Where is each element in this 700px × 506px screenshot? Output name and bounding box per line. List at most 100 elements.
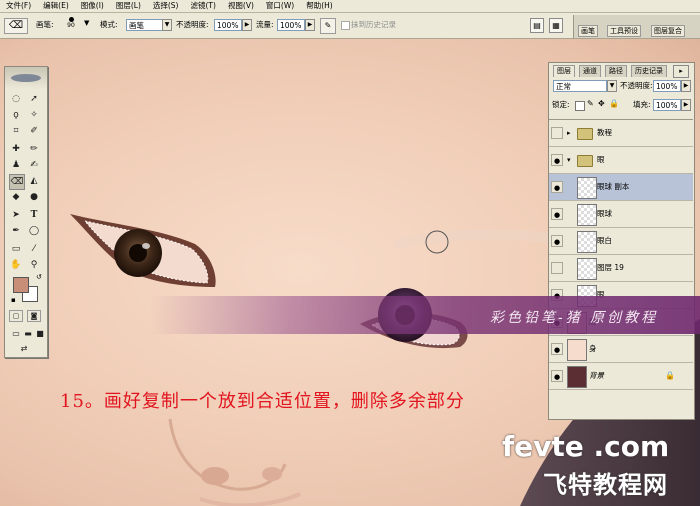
layer-row-eyeball[interactable]: ● 眼球 [549,201,693,228]
menu-file[interactable]: 文件(F) [0,0,37,12]
panel-menu-icon[interactable]: ▸ [673,65,689,78]
eye-icon[interactable]: ● [551,154,563,166]
default-colors-icon[interactable]: ▪ [11,296,16,304]
swap-colors-icon[interactable]: ↺ [36,273,42,281]
lock-transparent-icon[interactable] [575,101,585,111]
layer-row-eyeball-copy[interactable]: ● 眼球 副本 [549,174,693,201]
folder-icon [577,128,593,140]
lock-label: 锁定: [552,100,570,109]
foreground-color-swatch[interactable] [13,277,29,293]
fill-input[interactable]: 100% [653,99,681,111]
screen-mode-full-icon[interactable]: ■ [33,327,47,341]
lock-all-icon[interactable]: 🔒 [609,99,619,108]
collapse-arrow-icon[interactable]: ▸ [567,120,571,146]
layer-opacity-arrow-icon[interactable]: ▶ [681,80,691,92]
menu-select[interactable]: 选择(S) [147,0,185,12]
visibility-toggle-off-icon[interactable] [551,127,563,139]
menu-image[interactable]: 图像(I) [75,0,110,12]
expand-arrow-icon[interactable]: ▾ [567,147,571,173]
tab-paths[interactable]: 路径 [605,65,627,77]
menu-layer[interactable]: 图层(L) [110,0,147,12]
file-browser-icon[interactable]: ▤ [530,18,544,33]
eye-icon[interactable]: ● [551,370,563,382]
flow-arrow-icon[interactable]: ▶ [305,19,315,31]
jump-to-imageready-icon[interactable]: ⇄ [17,342,31,356]
opacity-input[interactable]: 100% [214,19,242,31]
magic-wand-tool-icon[interactable]: ✧ [27,108,41,122]
layer-row-tutorial[interactable]: ▸ 教程 [549,120,693,147]
path-selection-tool-icon[interactable]: ➤ [9,208,23,222]
visibility-toggle-off-icon[interactable] [551,262,563,274]
quick-mask-icon[interactable]: ◙ [27,310,41,322]
move-tool-icon[interactable]: ➚ [27,92,41,106]
slice-tool-icon[interactable]: ✐ [27,124,41,138]
lock-image-icon[interactable]: ✎ [587,99,594,108]
eye-icon[interactable]: ● [551,235,563,247]
layer-opacity-input[interactable]: 100% [653,80,681,92]
eye-icon[interactable]: ● [551,208,563,220]
menu-window[interactable]: 窗口(W) [260,0,300,12]
blend-mode-select[interactable]: 正常 [553,80,607,92]
pen-tool-icon[interactable]: ✒ [9,224,23,238]
paint-bucket-tool-icon[interactable]: ◭ [27,174,41,188]
history-brush-tool-icon[interactable]: ✍ [27,158,41,172]
eye-icon[interactable]: ● [551,181,563,193]
site-watermark-domain: fevte .com [502,430,670,463]
crop-tool-icon[interactable]: ⌗ [9,124,23,138]
hand-tool-icon[interactable]: ✋ [9,258,23,272]
airbrush-icon[interactable]: ✎ [320,18,336,34]
brush-tool-icon[interactable]: ✏ [27,142,41,156]
eraser-tool-preset-icon[interactable]: ⌫ [4,18,28,34]
clone-stamp-tool-icon[interactable]: ♟ [9,158,23,172]
flow-label: 流量: [256,20,274,29]
eyedropper-tool-icon[interactable]: ⁄ [27,242,41,256]
brush-dropdown-icon[interactable]: ▼ [84,19,89,27]
palette-tab-tool-presets[interactable]: 工具预设 [607,25,641,37]
blur-tool-icon[interactable]: ◆ [9,190,23,204]
layer-thumbnail [577,231,597,253]
lock-icon: 🔒 [665,371,675,380]
dodge-tool-icon[interactable]: ● [27,190,41,204]
left-eye [70,214,216,287]
layer-list: ▸ 教程 ● ▾ 眼 ● 眼球 副本 ● 眼球 ● 眼白 图层 19 眼 ● 身… [549,119,693,418]
standard-mode-icon[interactable]: ▢ [9,310,23,322]
fill-arrow-icon[interactable]: ▶ [681,99,691,111]
palette-toggle-icon[interactable]: ▦ [549,18,563,33]
layer-row-eye-white[interactable]: ● 眼白 [549,228,693,255]
eye-icon[interactable]: ● [551,343,563,355]
palette-tab-layer-comps[interactable]: 图层复合 [651,25,685,37]
lasso-tool-icon[interactable]: ϙ [9,108,23,122]
menu-help[interactable]: 帮助(H) [300,0,339,12]
layer-row-eye-group[interactable]: ● ▾ 眼 [549,147,693,174]
layer-row-background[interactable]: ● 背景 🔒 [549,363,693,390]
opacity-value: 100% [217,21,239,30]
flow-input[interactable]: 100% [277,19,305,31]
site-watermark-name: 飞特教程网 [543,471,668,499]
tab-history[interactable]: 历史记录 [631,65,667,77]
tab-channels[interactable]: 通道 [579,65,601,77]
opacity-label: 不透明度: [176,20,209,29]
menu-view[interactable]: 视图(V) [222,0,260,12]
notes-tool-icon[interactable]: ▭ [9,242,23,256]
zoom-tool-icon[interactable]: ⚲ [27,258,41,272]
brush-picker[interactable]: 90 [62,15,80,35]
history-checkbox[interactable] [341,21,350,30]
marquee-tool-icon[interactable]: ◌ [9,92,23,106]
lock-position-icon[interactable]: ✥ [598,99,605,108]
menu-edit[interactable]: 编辑(E) [37,0,75,12]
healing-brush-tool-icon[interactable]: ✚ [9,142,23,156]
mode-dropdown-icon[interactable]: ▼ [162,19,172,31]
history-label: 抹到历史记录 [351,20,396,29]
tab-layers[interactable]: 图层 [553,65,575,77]
menu-filter[interactable]: 滤镜(T) [185,0,222,12]
layer-row-body[interactable]: ● 身 [549,336,693,363]
eraser-tool-icon[interactable]: ⌫ [9,174,25,190]
type-tool-icon[interactable]: T [27,208,41,222]
palette-tab-brushes[interactable]: 画笔 [578,25,598,37]
layer-row-layer-19[interactable]: 图层 19 [549,255,693,282]
blend-mode-dropdown-icon[interactable]: ▼ [607,80,617,92]
toolbox: ◌ ➚ ϙ ✧ ⌗ ✐ ✚ ✏ ♟ ✍ ⌫ ◭ ◆ ● ➤ T ✒ ◯ ▭ ⁄ … [4,66,48,358]
mode-label: 模式: [100,20,118,29]
opacity-arrow-icon[interactable]: ▶ [242,19,252,31]
shape-tool-icon[interactable]: ◯ [27,224,41,238]
